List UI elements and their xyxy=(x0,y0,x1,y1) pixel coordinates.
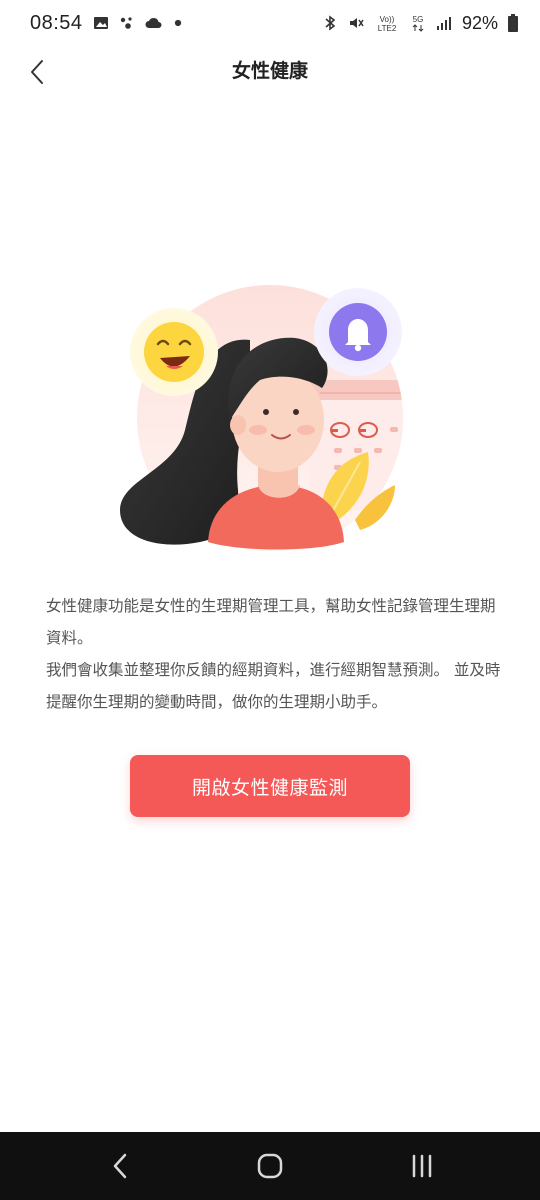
illustration-svg xyxy=(120,285,403,551)
woman-illustration xyxy=(110,280,430,560)
svg-text:5G: 5G xyxy=(413,15,424,24)
nav-recent-apps-icon xyxy=(412,1154,432,1178)
description-paragraph-1: 女性健康功能是女性的生理期管理工具，幫助女性記錄管理生理期資料。 xyxy=(46,597,496,647)
nav-back-icon xyxy=(113,1153,127,1179)
mute-icon xyxy=(349,18,364,28)
right-eye xyxy=(293,409,299,415)
status-left: 08:54 xyxy=(30,12,183,35)
nav-back-button[interactable] xyxy=(98,1146,142,1186)
nav-home-button[interactable] xyxy=(248,1146,292,1186)
left-eye xyxy=(263,409,269,415)
nav-recent-apps-button[interactable] xyxy=(400,1146,444,1186)
status-time: 08:54 xyxy=(30,11,83,34)
assistant-icon xyxy=(120,17,132,29)
signal-icon xyxy=(436,17,451,30)
battery-percent: 92% xyxy=(461,12,498,33)
page-title: 女性健康 xyxy=(231,60,308,82)
battery-icon xyxy=(508,14,518,32)
svg-text:Vo)): Vo)) xyxy=(380,15,395,24)
volte-icon: Vo)) LTE2 xyxy=(378,15,397,32)
status-right: Vo)) LTE2 5G 92% xyxy=(322,13,518,34)
nav-home-icon xyxy=(257,1153,283,1179)
enable-health-monitoring-button[interactable]: 開啟女性健康監測 xyxy=(130,755,410,817)
bluetooth-icon xyxy=(325,15,336,31)
dot-icon xyxy=(174,19,181,27)
svg-text:LTE2: LTE2 xyxy=(378,24,397,32)
description: 女性健康功能是女性的生理期管理工具，幫助女性記錄管理生理期資料。 我們會收集並整… xyxy=(46,590,501,718)
gallery-icon xyxy=(93,17,108,29)
system-nav-bar xyxy=(0,1132,540,1200)
smiling-emoji-icon xyxy=(144,322,204,382)
right-blush xyxy=(297,425,315,435)
description-paragraph-2: 我們會收集並整理你反饋的經期資料，進行經期智慧預測。 並及時提醒你生理期的變動時… xyxy=(46,661,501,711)
app-header: 女性健康 xyxy=(0,46,540,94)
ear xyxy=(230,415,246,435)
bell-icon xyxy=(329,303,387,361)
status-bar: 08:54 Vo)) LTE2 5G 92% xyxy=(0,0,540,46)
left-blush xyxy=(249,425,267,435)
5g-icon: 5G xyxy=(412,15,424,32)
cloud-icon xyxy=(145,17,162,29)
